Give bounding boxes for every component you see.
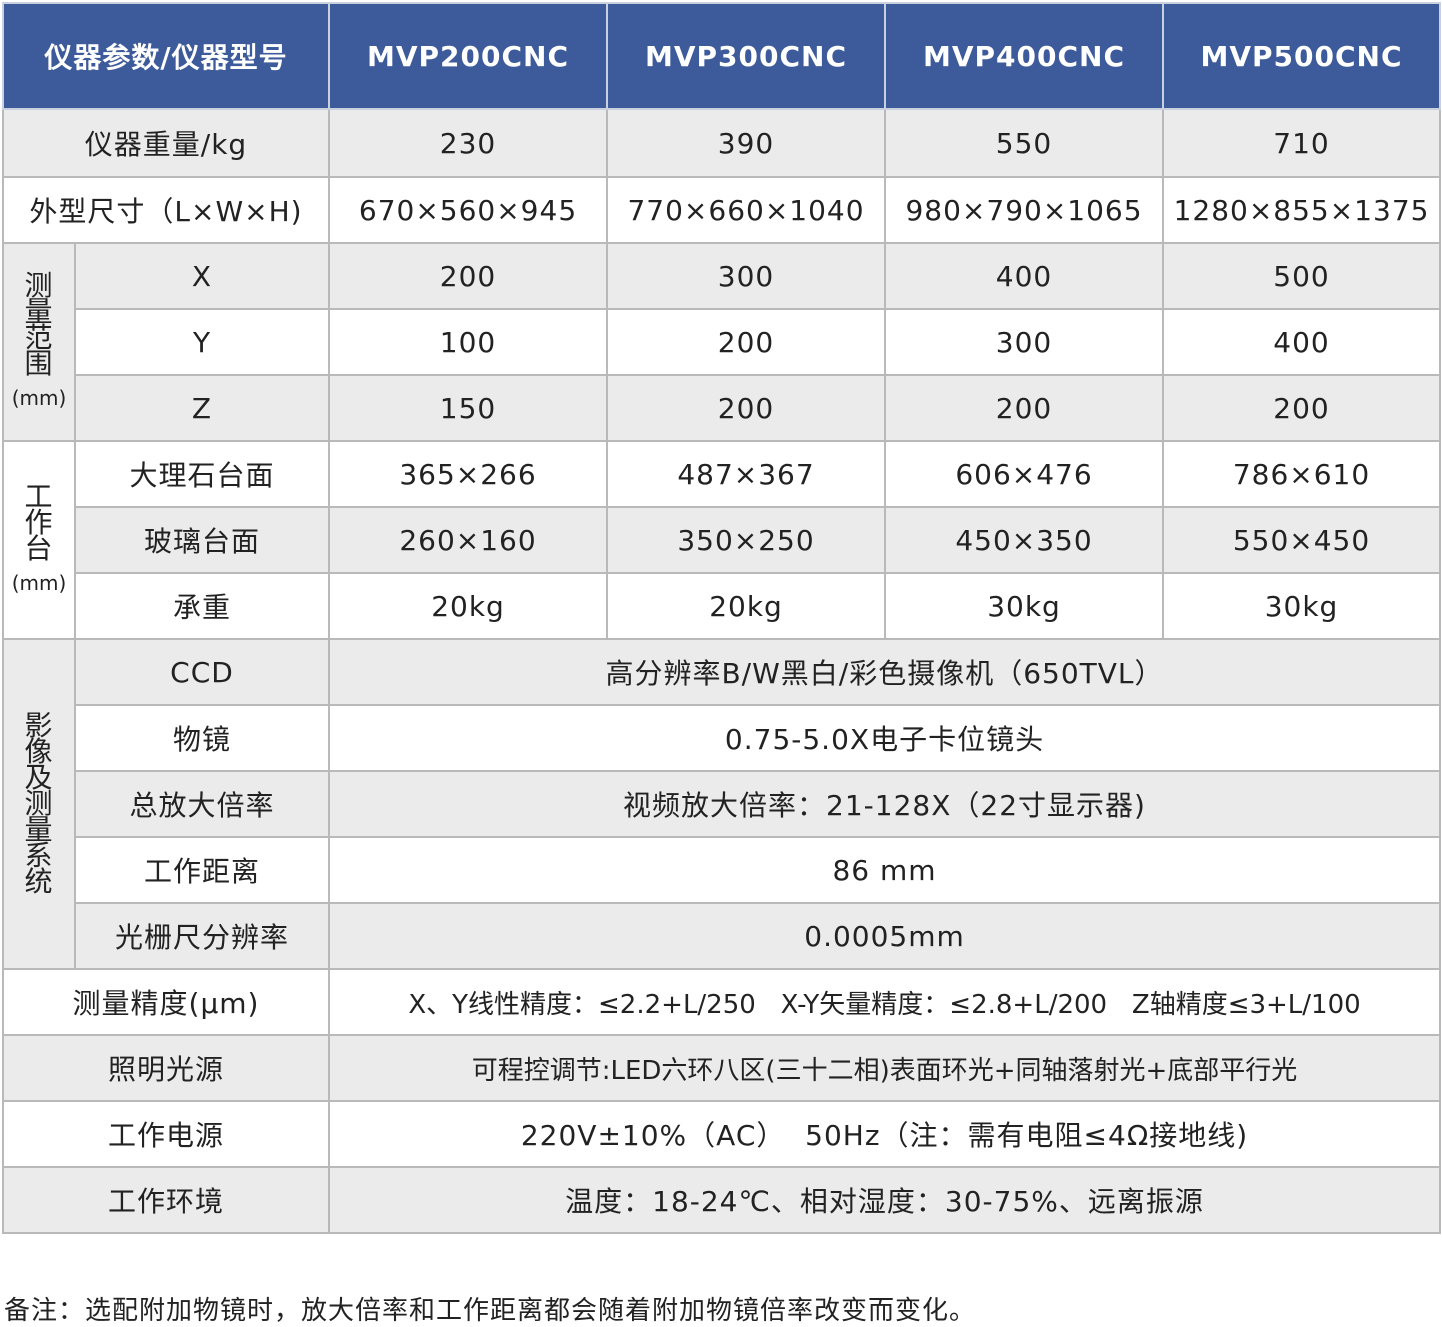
table-row: 总放大倍率 视频放大倍率：21-128X（22寸显示器)	[3, 770, 1442, 838]
range-unit: (mm)	[11, 386, 67, 410]
marble-value: 606×476	[884, 440, 1165, 508]
table-row: 工作环境 温度：18-24℃、相对湿度：30-75%、远离振源	[1, 1166, 1442, 1234]
accuracy-label: 测量精度(μm)	[1, 968, 331, 1036]
distance-value: 86 mm	[328, 836, 1442, 904]
accuracy-value: X、Y线性精度：≤2.2+L/250 X-Y矢量精度：≤2.8+L/200 Z轴…	[328, 968, 1442, 1036]
size-value: 1280×855×1375	[1162, 176, 1442, 244]
marble-value: 365×266	[328, 440, 609, 508]
range-z-value: 200	[606, 374, 887, 442]
load-value: 30kg	[1162, 572, 1442, 640]
objective-label: 物镜	[73, 704, 331, 772]
objective-value: 0.75-5.0X电子卡位镜头	[328, 704, 1442, 772]
table-row: 外型尺寸（L×W×H) 670×560×945 770×660×1040 980…	[1, 176, 1442, 244]
glass-value: 450×350	[884, 506, 1165, 574]
lighting-value: 可程控调节:LED六环八区(三十二相)表面环光+同轴落射光+底部平行光	[328, 1034, 1442, 1102]
range-y-value: 200	[606, 308, 887, 376]
range-x-value: 200	[328, 242, 609, 310]
table-row: 照明光源 可程控调节:LED六环八区(三十二相)表面环光+同轴落射光+底部平行光	[1, 1034, 1442, 1102]
imaging-group-label: 影像及测量系统	[2, 638, 76, 970]
distance-label: 工作距离	[73, 836, 331, 904]
glass-value: 350×250	[606, 506, 887, 574]
spec-table: 仪器参数/仪器型号 MVP200CNC MVP300CNC MVP400CNC …	[1, 2, 1442, 1234]
load-value: 20kg	[606, 572, 887, 640]
magnification-label: 总放大倍率	[73, 770, 331, 838]
grating-label: 光栅尺分辨率	[73, 902, 331, 970]
environment-value: 温度：18-24℃、相对湿度：30-75%、远离振源	[328, 1166, 1442, 1234]
range-z-label: Z	[73, 374, 331, 442]
range-x-value: 500	[1162, 242, 1442, 310]
range-y-label: Y	[73, 308, 331, 376]
marble-label: 大理石台面	[73, 440, 331, 508]
range-x-value: 300	[606, 242, 887, 310]
weight-value: 550	[884, 108, 1165, 178]
header-label: 仪器参数/仪器型号	[1, 2, 331, 110]
table-row: 影像及测量系统 CCD 高分辨率B/W黑白/彩色摄像机（650TVL）	[2, 638, 1442, 970]
range-x-label: X	[73, 242, 331, 310]
header-row: 仪器参数/仪器型号 MVP200CNC MVP300CNC MVP400CNC …	[1, 2, 1442, 110]
weight-value: 390	[606, 108, 887, 178]
table-row: 工作台 (mm) 大理石台面 365×266 487×367 606×476 7…	[2, 440, 1442, 640]
magnification-value: 视频放大倍率：21-128X（22寸显示器)	[328, 770, 1442, 838]
weight-label: 仪器重量/kg	[1, 108, 331, 178]
weight-value: 230	[328, 108, 609, 178]
ccd-label: CCD	[73, 638, 331, 706]
size-label: 外型尺寸（L×W×H)	[1, 176, 331, 244]
table-row: 玻璃台面 260×160 350×250 450×350 550×450	[3, 506, 1442, 574]
glass-value: 260×160	[328, 506, 609, 574]
table-row: 物镜 0.75-5.0X电子卡位镜头	[3, 704, 1442, 772]
load-label: 承重	[73, 572, 331, 640]
range-group-text: 测量范围	[24, 269, 54, 380]
lighting-label: 照明光源	[1, 1034, 331, 1102]
range-y-value: 300	[884, 308, 1165, 376]
range-x-value: 400	[884, 242, 1165, 310]
glass-label: 玻璃台面	[73, 506, 331, 574]
power-value: 220V±10%（AC） 50Hz（注：需有电阻≤4Ω接地线)	[328, 1100, 1442, 1168]
size-value: 670×560×945	[328, 176, 609, 244]
footnote: 备注：选配附加物镜时，放大倍率和工作距离都会随着附加物镜倍率改变而变化。	[4, 1296, 977, 1326]
size-value: 770×660×1040	[606, 176, 887, 244]
model-1: MVP200CNC	[328, 2, 609, 110]
grating-value: 0.0005mm	[328, 902, 1442, 970]
model-2: MVP300CNC	[606, 2, 887, 110]
range-group-label: 测量范围 (mm)	[2, 242, 76, 442]
model-4: MVP500CNC	[1162, 2, 1442, 110]
stage-group-text: 工作台	[24, 480, 54, 565]
range-z-value: 150	[328, 374, 609, 442]
range-y-value: 100	[328, 308, 609, 376]
environment-label: 工作环境	[1, 1166, 331, 1234]
power-label: 工作电源	[1, 1100, 331, 1168]
marble-value: 786×610	[1162, 440, 1442, 508]
model-3: MVP400CNC	[884, 2, 1165, 110]
stage-group-label: 工作台 (mm)	[2, 440, 76, 640]
imaging-group-text: 影像及测量系统	[24, 709, 54, 898]
range-y-value: 400	[1162, 308, 1442, 376]
size-value: 980×790×1065	[884, 176, 1165, 244]
glass-value: 550×450	[1162, 506, 1442, 574]
range-z-value: 200	[1162, 374, 1442, 442]
table-row: 承重 20kg 20kg 30kg 30kg	[3, 572, 1442, 640]
table-row: 工作电源 220V±10%（AC） 50Hz（注：需有电阻≤4Ω接地线)	[1, 1100, 1442, 1168]
range-z-value: 200	[884, 374, 1165, 442]
marble-value: 487×367	[606, 440, 887, 508]
load-value: 30kg	[884, 572, 1165, 640]
table-row: 测量范围 (mm) X 200 300 400 500	[2, 242, 1442, 442]
table-row: 光栅尺分辨率 0.0005mm	[3, 902, 1442, 970]
table-row: Z 150 200 200 200	[3, 374, 1442, 442]
weight-value: 710	[1162, 108, 1442, 178]
load-value: 20kg	[328, 572, 609, 640]
stage-unit: (mm)	[11, 571, 67, 595]
table-row: 仪器重量/kg 230 390 550 710	[1, 108, 1442, 178]
ccd-value: 高分辨率B/W黑白/彩色摄像机（650TVL）	[328, 638, 1442, 706]
table-row: Y 100 200 300 400	[3, 308, 1442, 376]
table-row: 工作距离 86 mm	[3, 836, 1442, 904]
table-row: 测量精度(μm) X、Y线性精度：≤2.2+L/250 X-Y矢量精度：≤2.8…	[1, 968, 1442, 1036]
